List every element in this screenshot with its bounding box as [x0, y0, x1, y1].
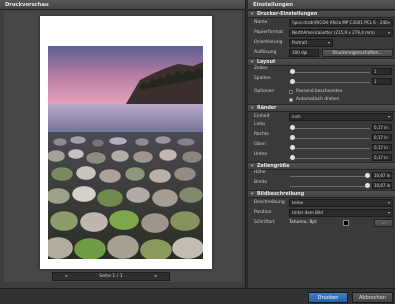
cell-height-thumb[interactable]	[365, 173, 370, 178]
preview-photo	[48, 46, 203, 259]
cell-height-input[interactable]: 10,67 in	[372, 172, 392, 179]
auto-rotate-checkbox[interactable]	[289, 98, 293, 102]
cols-slider-thumb[interactable]	[290, 79, 295, 84]
section-cell-size-label: Zellengröße	[257, 164, 290, 169]
caption-font-button[interactable]: ...	[374, 219, 393, 227]
margin-bottom-slider[interactable]	[290, 158, 370, 159]
caption-position-row: Position Unter dem Bild	[248, 208, 395, 218]
rows-row: Zeilen 1	[248, 66, 395, 76]
preview-area: ◂ Seite 1 / 1 ▸	[4, 11, 242, 282]
orientation-row: Orientierung Portrait	[248, 38, 395, 48]
paper-format-label: Papierformat	[254, 30, 284, 35]
margin-top-input[interactable]: 0,17 in	[372, 144, 392, 151]
page-navigator: ◂ Seite 1 / 1 ▸	[52, 272, 170, 281]
resolution-value: 300 dpi	[289, 49, 319, 57]
unit-select[interactable]: inch	[289, 113, 393, 121]
margin-left-thumb[interactable]	[290, 125, 295, 130]
margin-right-slider[interactable]	[290, 138, 370, 139]
cell-width-slider[interactable]	[290, 186, 370, 187]
margin-top-row: Oben 0,17 in	[248, 142, 395, 152]
fit-crop-checkbox[interactable]	[289, 90, 293, 94]
paper-format-select[interactable]: NorthAmericaLetter (215,9 x 279,4 mm)	[289, 29, 393, 37]
unit-label: Einheit	[254, 114, 270, 119]
cell-width-label: Breite	[254, 180, 268, 185]
paper-page	[40, 16, 212, 269]
cols-label: Spalten	[254, 76, 271, 81]
printer-name-row: Name \\pcs-drsdr\RICOH Aficio MP C3001 P…	[248, 18, 395, 28]
cell-width-input[interactable]: 10,67 in	[372, 182, 392, 189]
margin-top-thumb[interactable]	[290, 145, 295, 150]
cols-slider[interactable]	[290, 82, 370, 83]
cols-input[interactable]: 1	[372, 78, 392, 85]
page-indicator: Seite 1 / 1	[99, 274, 123, 279]
fit-option-row: Optionen Passend beschneiden	[248, 88, 395, 96]
orientation-label: Orientierung	[254, 40, 283, 45]
section-layout-label: Layout	[257, 60, 276, 65]
dialog-footer: Drucken Abbrechen	[0, 288, 395, 304]
caption-color-swatch[interactable]	[343, 220, 349, 226]
section-margins[interactable]: ▾ Ränder	[248, 104, 395, 112]
prev-page-button[interactable]: ◂	[53, 273, 79, 280]
rows-input[interactable]: 1	[372, 68, 392, 75]
resolution-row: Auflösung 300 dpi Druckereigenschaften..…	[248, 48, 395, 58]
settings-title: Einstellungen	[248, 0, 395, 10]
rows-label: Zeilen	[254, 66, 268, 71]
cols-row: Spalten 1	[248, 76, 395, 86]
margin-left-slider[interactable]	[290, 128, 370, 129]
margin-top-slider[interactable]	[290, 148, 370, 149]
fit-crop-label: Passend beschneiden	[296, 89, 343, 94]
print-button[interactable]: Drucken	[308, 292, 348, 303]
cell-height-label: Höhe	[254, 170, 266, 175]
margin-bottom-row: Unten 0,17 in	[248, 152, 395, 162]
margin-right-input[interactable]: 0,17 in	[372, 134, 392, 141]
cancel-button[interactable]: Abbrechen	[352, 292, 393, 303]
auto-rotate-label: Automatisch drehen	[296, 97, 340, 102]
caption-position-label: Position	[254, 210, 272, 215]
auto-rotate-row: Automatisch drehen	[248, 96, 395, 104]
caption-font-label: Schriftart	[254, 220, 275, 225]
printer-name-select[interactable]: \\pcs-drsdr\RICOH Aficio MP C3001 PCL 6 …	[289, 19, 393, 27]
next-page-button[interactable]: ▸	[143, 273, 169, 280]
margin-left-input[interactable]: 0,17 in	[372, 124, 392, 131]
margin-bottom-thumb[interactable]	[290, 155, 295, 160]
section-cell-size[interactable]: ▾ Zellengröße	[248, 162, 395, 170]
section-caption-label: Bildbeschreibung	[257, 192, 305, 197]
caption-font-value: Tahoma, 8pt	[289, 220, 317, 225]
orientation-select[interactable]: Portrait	[289, 39, 333, 47]
printer-properties-button[interactable]: Druckereigenschaften...	[322, 49, 393, 57]
caption-desc-row: Beschreibung keine	[248, 198, 395, 208]
caption-font-row: Schriftart Tahoma, 8pt ...	[248, 218, 395, 228]
cell-width-thumb[interactable]	[365, 183, 370, 188]
margin-right-thumb[interactable]	[290, 135, 295, 140]
margin-right-label: Rechts	[254, 132, 269, 137]
caption-desc-select[interactable]: keine	[289, 199, 393, 207]
cell-height-row: Höhe 10,67 in	[248, 170, 395, 180]
paper-format-row: Papierformat NorthAmericaLetter (215,9 x…	[248, 28, 395, 38]
section-caption[interactable]: ▾ Bildbeschreibung	[248, 190, 395, 198]
section-margins-label: Ränder	[257, 106, 277, 111]
section-printer-label: Drucker-Einstellungen	[257, 12, 318, 17]
caption-position-select[interactable]: Unter dem Bild	[289, 209, 393, 217]
resolution-label: Auflösung	[254, 50, 277, 55]
options-label: Optionen	[254, 89, 275, 94]
margin-right-row: Rechts 0,17 in	[248, 132, 395, 142]
margin-bottom-label: Unten	[254, 152, 268, 157]
settings-panel: Einstellungen ▾ Drucker-Einstellungen Nam…	[248, 0, 395, 288]
margin-left-label: Links	[254, 122, 266, 127]
section-layout[interactable]: ▾ Layout	[248, 58, 395, 66]
section-printer[interactable]: ▾ Drucker-Einstellungen	[248, 10, 395, 18]
preview-title: Druckvorschau	[0, 0, 245, 10]
printer-name-label: Name	[254, 20, 268, 25]
seascape-image	[48, 46, 203, 259]
margin-left-row: Links 0,17 in	[248, 122, 395, 132]
margin-bottom-input[interactable]: 0,17 in	[372, 154, 392, 161]
margin-top-label: Oben	[254, 142, 266, 147]
cell-height-slider[interactable]	[290, 176, 370, 177]
caption-desc-label: Beschreibung	[254, 200, 285, 205]
cell-width-row: Breite 10,67 in	[248, 180, 395, 190]
preview-panel: Druckvorschau ◂ Seite 1 / 1 ▸	[0, 0, 246, 288]
unit-row: Einheit inch	[248, 112, 395, 122]
rows-slider-thumb[interactable]	[290, 69, 295, 74]
rows-slider[interactable]	[290, 72, 370, 73]
